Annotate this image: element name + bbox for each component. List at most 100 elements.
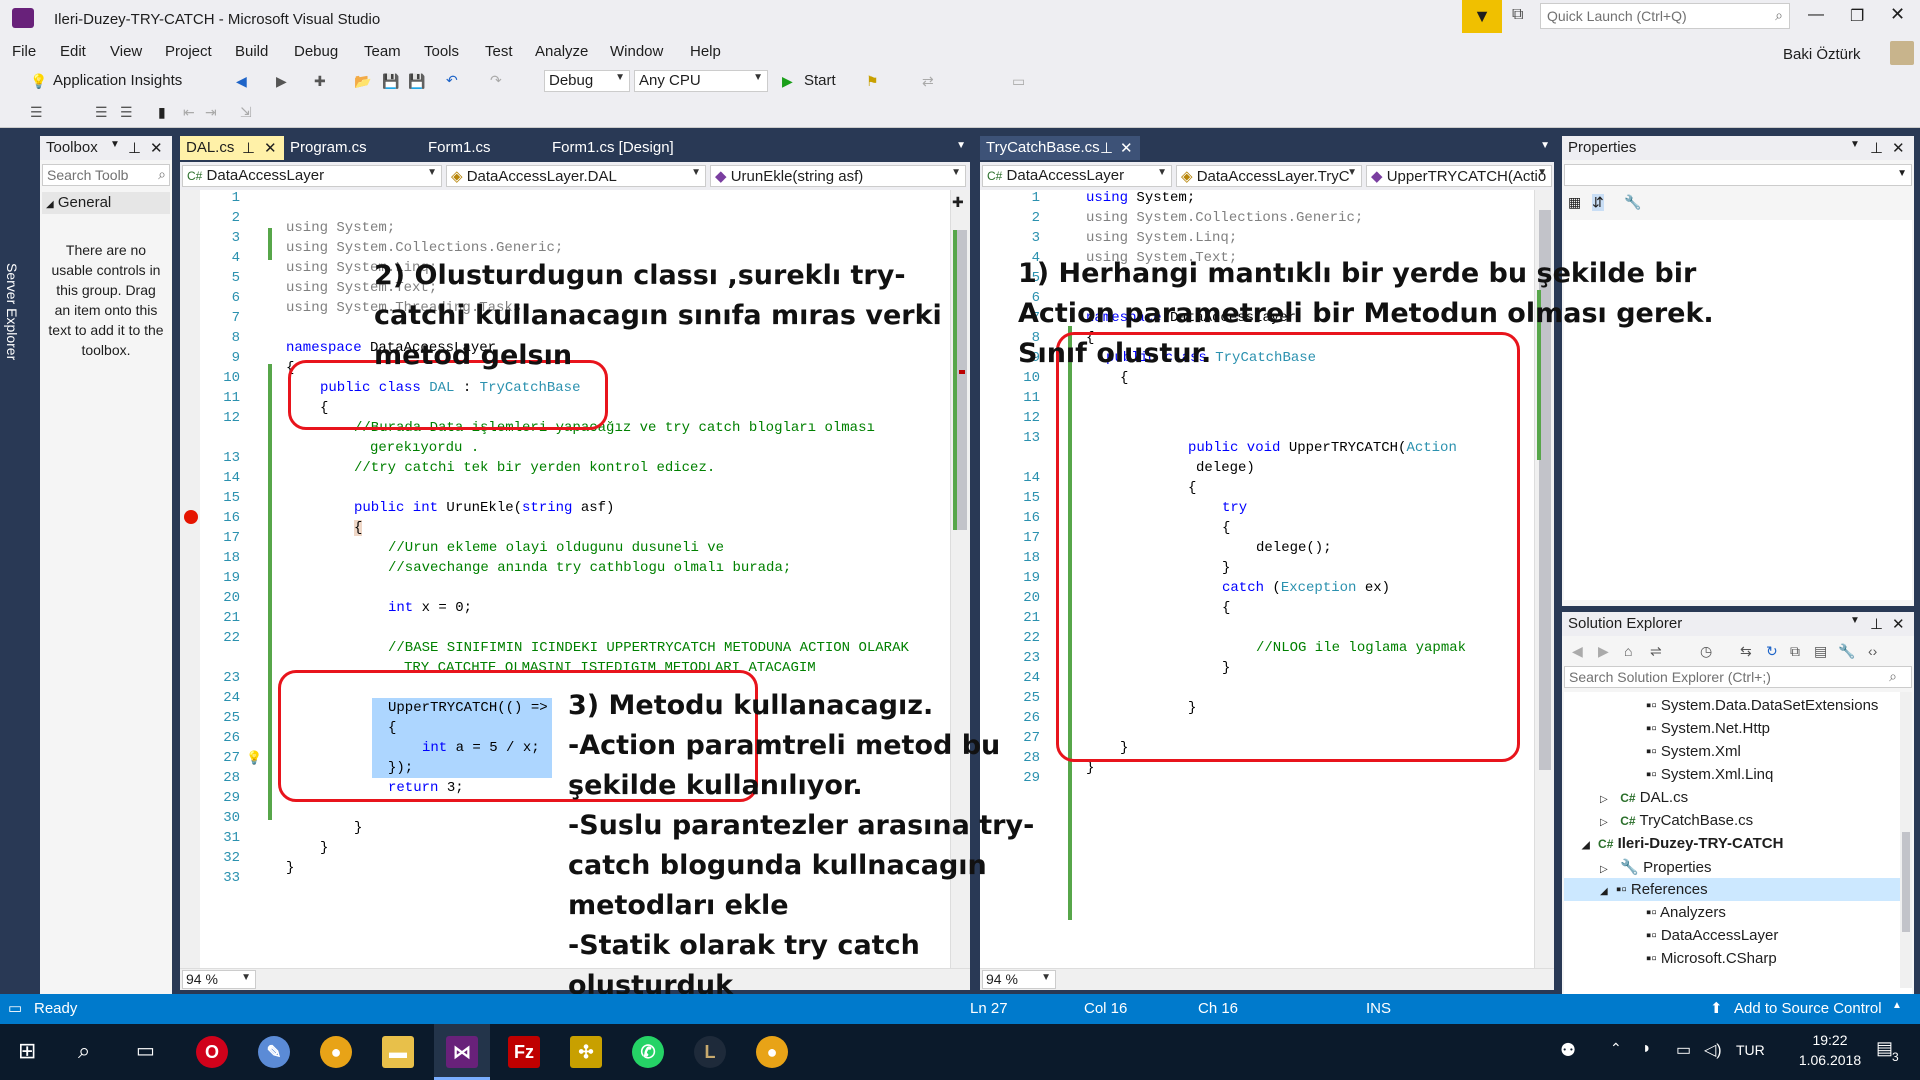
class-nav-select[interactable]: ◈ DataAccessLayer.DAL ▼ (446, 165, 706, 187)
switch-views-icon[interactable]: ⇌ (1650, 641, 1662, 661)
prev-bookmark-icon[interactable]: ⇤ (183, 102, 195, 122)
pin-icon[interactable]: ⊥ (1100, 139, 1113, 157)
collapse-icon[interactable]: ◢ (1600, 886, 1608, 897)
whatsapp-icon[interactable]: ✆ (632, 1036, 664, 1068)
breakpoint-icon[interactable] (184, 510, 198, 524)
property-pages-icon[interactable]: 🔧 (1624, 194, 1641, 211)
tab-overflow-icon[interactable]: ▼ (956, 140, 966, 151)
tab-form1-cs[interactable]: Form1.cs (422, 136, 497, 160)
dropdown-icon[interactable]: ▼ (1850, 139, 1860, 150)
tree-item-system-xml-linq[interactable]: ▪▫ System.Xml.Linq (1646, 766, 1773, 783)
tree-item-system-data-datasetextensions[interactable]: ▪▫ System.Data.DataSetExtensions (1646, 697, 1878, 714)
file-explorer-icon[interactable]: ▬ (382, 1036, 414, 1068)
menu-project[interactable]: Project (165, 43, 212, 60)
filezilla-icon[interactable]: Fz (508, 1036, 540, 1068)
tab-trycatchbase-cs[interactable]: TryCatchBase.cs ⊥ ✕ (980, 136, 1140, 160)
member-nav-select[interactable]: ◆ UpperTRYCATCH(Actio ▼ (1366, 165, 1552, 187)
battery-icon[interactable]: ▭ (1676, 1040, 1691, 1060)
notification-icon[interactable]: ▤ (1876, 1038, 1893, 1059)
breakpoint-margin[interactable] (180, 190, 200, 968)
search-icon[interactable]: ⌕ (78, 1038, 90, 1064)
expand-icon[interactable]: ▷ (1600, 817, 1608, 828)
platform-select[interactable]: Any CPU ▼ (634, 70, 768, 92)
show-all-files-icon[interactable]: ▤ (1814, 641, 1827, 661)
start-button[interactable]: Start (804, 72, 836, 89)
tree-item-trycatchbase-cs[interactable]: ▷ C# TryCatchBase.cs (1600, 812, 1753, 829)
quick-launch-input[interactable]: Quick Launch (Ctrl+Q) ⌕ (1540, 3, 1790, 29)
chrome-icon[interactable]: ● (320, 1036, 352, 1068)
outdent-icon[interactable]: ☰ (30, 102, 43, 122)
application-insights-button[interactable]: Application Insights (53, 72, 182, 89)
class-nav-select[interactable]: ◈ DataAccessLayer.TryC ▼ (1176, 165, 1362, 187)
find-icon[interactable]: ⚑ (866, 71, 879, 91)
tab-dal-cs[interactable]: DAL.cs ⊥ ✕ (180, 136, 284, 160)
tree-item-properties[interactable]: ▷ 🔧 Properties (1600, 858, 1711, 876)
expand-icon[interactable]: ▷ (1600, 794, 1608, 805)
pin-icon[interactable]: ⊥ (1870, 615, 1883, 633)
menu-debug[interactable]: Debug (294, 43, 338, 60)
refresh-icon[interactable]: ↻ (1766, 641, 1778, 661)
project-nav-select[interactable]: C# DataAccessLayer ▼ (982, 165, 1172, 187)
tree-item-dal-cs[interactable]: ▷ C# DAL.cs (1600, 789, 1688, 806)
dropdown-icon[interactable]: ▼ (110, 139, 120, 150)
opera-icon[interactable]: O (196, 1036, 228, 1068)
avatar[interactable] (1890, 41, 1914, 65)
open-icon[interactable]: 📂 (354, 71, 371, 91)
pending-changes-icon[interactable]: ◷ (1700, 641, 1712, 661)
close-icon[interactable]: ✕ (264, 139, 277, 157)
vertical-scrollbar[interactable] (1900, 692, 1912, 988)
close-icon[interactable]: ✕ (150, 139, 163, 157)
toolbox-group-header[interactable]: ◢ General (42, 192, 170, 214)
minimize-button[interactable]: — (1808, 6, 1824, 24)
properties-icon[interactable]: 🔧 (1838, 641, 1855, 661)
new-project-icon[interactable]: ✚ (314, 71, 326, 91)
menu-edit[interactable]: Edit (60, 43, 86, 60)
save-all-icon[interactable]: 💾 (408, 71, 425, 91)
windows-start-icon[interactable]: ⊞ (18, 1040, 40, 1062)
server-explorer-tab[interactable]: Server Explorer (4, 263, 20, 360)
dropdown-icon[interactable]: ▼ (1850, 615, 1860, 626)
next-bookmark-icon[interactable]: ⇥ (205, 102, 217, 122)
solution-search-input[interactable]: Search Solution Explorer (Ctrl+;) ⌕ (1564, 666, 1912, 688)
close-button[interactable]: ✕ (1890, 4, 1905, 25)
network-icon[interactable]: ◗ (1642, 1040, 1652, 1058)
tree-item-references[interactable]: ◢ ▪▫ References (1600, 881, 1708, 898)
redo-icon[interactable]: ↷ (490, 70, 502, 90)
visual-studio-icon[interactable]: ⋈ (446, 1036, 478, 1068)
bookmark-toggle-icon[interactable]: ▮ (158, 102, 166, 122)
tab-overflow-icon[interactable]: ▼ (1540, 140, 1550, 151)
tree-item-system-net-http[interactable]: ▪▫ System.Net.Http (1646, 720, 1770, 737)
tree-item-analyzers[interactable]: ▪▫ Analyzers (1646, 904, 1726, 921)
filter-icon[interactable]: ▼ (1462, 0, 1502, 33)
menu-window[interactable]: Window (610, 43, 663, 60)
back-icon[interactable]: ◀ (236, 71, 247, 91)
configuration-select[interactable]: Debug ▼ (544, 70, 630, 92)
tree-item-project[interactable]: ◢ C# Ileri-Duzey-TRY-CATCH (1582, 835, 1783, 852)
close-icon[interactable]: ✕ (1892, 615, 1905, 633)
save-icon[interactable]: 💾 (382, 71, 399, 91)
chevron-up-icon[interactable]: ▲ (1892, 1000, 1902, 1011)
undo-icon[interactable]: ↶ (446, 70, 458, 90)
toolbox-search-input[interactable]: Search Toolb ⌕ (42, 164, 170, 186)
tab-program-cs[interactable]: Program.cs (284, 136, 373, 160)
language-indicator[interactable]: TUR (1736, 1042, 1765, 1058)
menu-tools[interactable]: Tools (424, 43, 459, 60)
forward-icon[interactable]: ▶ (1598, 641, 1609, 661)
tree-item-system-xml[interactable]: ▪▫ System.Xml (1646, 743, 1741, 760)
menu-test[interactable]: Test (485, 43, 513, 60)
clear-bookmarks-icon[interactable]: ⇲ (240, 102, 252, 122)
close-icon[interactable]: ✕ (1892, 139, 1905, 157)
forward-icon[interactable]: ▶ (276, 71, 287, 91)
categorized-icon[interactable]: ▦ (1568, 194, 1581, 211)
feedback-icon[interactable]: ⧉ (1512, 6, 1523, 24)
scrollbar-thumb[interactable] (1902, 832, 1910, 932)
task-view-icon[interactable]: ▭ (136, 1038, 155, 1063)
properties-object-select[interactable]: ▼ (1564, 164, 1912, 186)
maximize-button[interactable]: ❐ (1850, 6, 1864, 26)
tree-item-dataaccesslayer[interactable]: ▪▫ DataAccessLayer (1646, 927, 1778, 944)
menu-build[interactable]: Build (235, 43, 268, 60)
home-icon[interactable]: ⌂ (1624, 641, 1632, 661)
close-icon[interactable]: ✕ (1120, 139, 1133, 157)
comment-icon[interactable]: ☰ (95, 102, 108, 122)
member-nav-select[interactable]: ◆ UrunEkle(string asf) ▼ (710, 165, 966, 187)
